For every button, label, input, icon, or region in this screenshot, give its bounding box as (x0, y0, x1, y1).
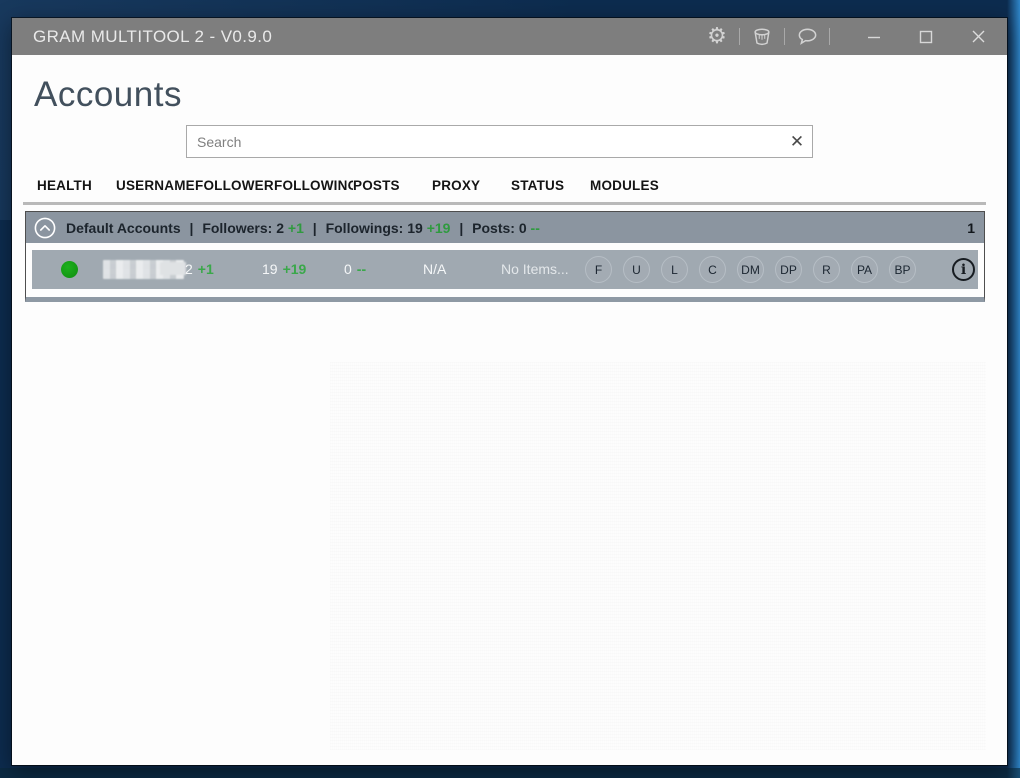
module-button-r[interactable]: R (813, 256, 840, 283)
paint-bucket-icon[interactable] (747, 22, 777, 52)
search-clear-icon[interactable]: ✕ (782, 126, 812, 157)
column-header-modules[interactable]: MODULES (590, 178, 700, 200)
titlebar-separator (784, 28, 785, 45)
module-button-pa[interactable]: PA (851, 256, 878, 283)
collapse-chevron-icon[interactable] (34, 217, 56, 239)
group-header[interactable]: Default Accounts | Followers: 2 +1 | Fol… (26, 212, 984, 243)
row-proxy: N/A (423, 250, 446, 289)
group-followings-delta: +19 (427, 220, 451, 236)
titlebar-separator (829, 28, 830, 45)
group-title: Default Accounts (66, 220, 181, 236)
column-header-posts[interactable]: POSTS (353, 178, 432, 200)
module-button-bp[interactable]: BP (889, 256, 916, 283)
group-followings-value: 19 (407, 220, 423, 236)
group-posts-label: Posts: (472, 220, 515, 236)
desktop-edge-glow (1007, 0, 1020, 778)
app-window: GRAM MULTITOOL 2 - V0.9.0 ⚙ (12, 18, 1007, 765)
info-icon[interactable]: i (952, 258, 975, 281)
group-account-count: 1 (967, 220, 975, 236)
desktop-bottom-strip (0, 768, 1020, 778)
row-followings: 19 +19 (262, 250, 306, 289)
group-followings-label: Followings: (326, 220, 404, 236)
chat-bubble-icon[interactable] (792, 22, 822, 52)
posts-delta: -- (357, 261, 366, 277)
followers-delta: +1 (198, 261, 214, 277)
module-button-u[interactable]: U (623, 256, 650, 283)
maximize-button[interactable] (911, 22, 941, 52)
account-row[interactable]: 2 +1 19 +19 0 -- N/A No Items... F U L C DM… (32, 250, 978, 289)
module-button-dp[interactable]: DP (775, 256, 802, 283)
minimize-button[interactable] (859, 22, 889, 52)
group-separator: | (313, 220, 317, 236)
row-status: No Items... (501, 250, 569, 289)
accounts-group: Default Accounts | Followers: 2 +1 | Fol… (25, 211, 985, 302)
page-title: Accounts (34, 75, 182, 115)
health-status-dot (61, 261, 78, 278)
window-title: GRAM MULTITOOL 2 - V0.9.0 (12, 27, 272, 47)
group-followers-delta: +1 (288, 220, 304, 236)
group-summary: Default Accounts | Followers: 2 +1 | Fol… (66, 220, 540, 236)
column-header-row: HEALTH USERNAME FOLLOWERS FOLLOWINGS POS… (37, 178, 700, 200)
titlebar-separator (739, 28, 740, 45)
followers-value: 2 (185, 261, 193, 277)
titlebar-controls: ⚙ (702, 18, 1007, 55)
row-posts: 0 -- (344, 250, 366, 289)
module-button-c[interactable]: C (699, 256, 726, 283)
search-bar: ✕ (186, 125, 813, 158)
module-button-dm[interactable]: DM (737, 256, 764, 283)
module-button-f[interactable]: F (585, 256, 612, 283)
module-button-l[interactable]: L (661, 256, 688, 283)
column-header-username[interactable]: USERNAME (116, 178, 195, 200)
row-followers: 2 +1 (185, 250, 214, 289)
followings-value: 19 (262, 261, 278, 277)
group-posts-value: 0 (519, 220, 527, 236)
column-header-proxy[interactable]: PROXY (432, 178, 511, 200)
group-separator: | (190, 220, 194, 236)
posts-value: 0 (344, 261, 352, 277)
group-posts-delta: -- (531, 220, 540, 236)
column-header-followers[interactable]: FOLLOWERS (195, 178, 274, 200)
column-header-status[interactable]: STATUS (511, 178, 590, 200)
watermark-noise-texture (330, 362, 986, 750)
module-buttons: F U L C DM DP R PA BP (585, 256, 916, 283)
column-header-health[interactable]: HEALTH (37, 178, 116, 200)
group-body: 2 +1 19 +19 0 -- N/A No Items... F U L C DM… (26, 243, 984, 297)
search-input[interactable] (187, 134, 782, 150)
settings-gear-icon[interactable]: ⚙ (702, 22, 732, 52)
followings-delta: +19 (283, 261, 307, 277)
column-header-followings[interactable]: FOLLOWINGS (274, 178, 353, 200)
column-header-divider (23, 202, 986, 205)
censored-username (103, 260, 184, 279)
group-followers-label: Followers: (202, 220, 272, 236)
close-button[interactable] (963, 22, 993, 52)
group-followers-value: 2 (276, 220, 284, 236)
window-titlebar: GRAM MULTITOOL 2 - V0.9.0 ⚙ (12, 18, 1007, 55)
group-separator: | (459, 220, 463, 236)
